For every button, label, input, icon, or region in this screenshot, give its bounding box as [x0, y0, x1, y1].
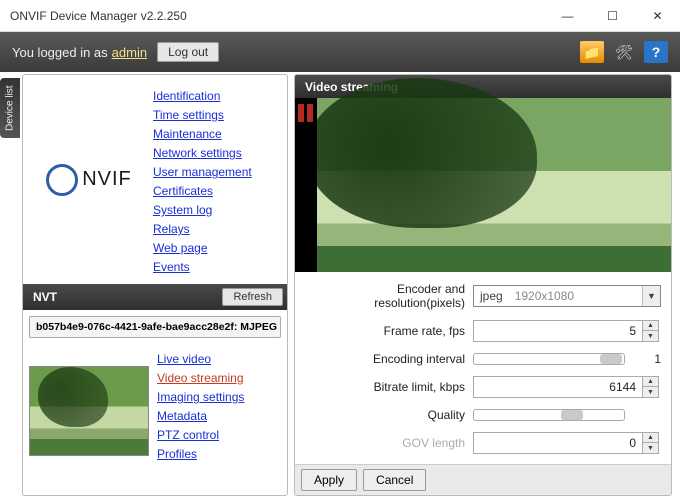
framerate-value: 5 [474, 321, 642, 341]
spin-up-icon[interactable]: ▲ [643, 433, 658, 444]
link-user-management[interactable]: User management [153, 164, 287, 180]
link-certificates[interactable]: Certificates [153, 183, 287, 199]
spin-up-icon[interactable]: ▲ [643, 321, 658, 332]
gov-value: 0 [474, 433, 642, 453]
bitrate-label: Bitrate limit, kbps [303, 380, 473, 394]
gov-label: GOV length [303, 436, 473, 450]
close-button[interactable]: ✕ [635, 0, 680, 31]
window-buttons: ― ☐ ✕ [545, 0, 680, 31]
link-live-video[interactable]: Live video [157, 351, 287, 367]
encoder-resolution: 1920x1080 [509, 289, 580, 303]
link-video-streaming[interactable]: Video streaming [157, 370, 287, 386]
link-web-page[interactable]: Web page [153, 240, 287, 256]
top-toolbar: You logged in as admin Log out 📁 🛠 ? [0, 32, 680, 72]
framerate-label: Frame rate, fps [303, 324, 473, 338]
link-identification[interactable]: Identification [153, 88, 287, 104]
link-time-settings[interactable]: Time settings [153, 107, 287, 123]
encoder-select[interactable]: jpeg 1920x1080 ▼ [473, 285, 661, 307]
login-user[interactable]: admin [112, 45, 147, 60]
link-metadata[interactable]: Metadata [157, 408, 287, 424]
device-id-row[interactable]: b057b4e9-076c-4421-9afe-bae9acc28e2f: MJ… [29, 316, 281, 338]
quality-label: Quality [303, 408, 473, 422]
help-icon[interactable]: ? [644, 41, 668, 63]
tools-icon[interactable]: 🛠 [612, 41, 636, 63]
link-network-settings[interactable]: Network settings [153, 145, 287, 161]
app-settings-icon[interactable]: 📁 [580, 41, 604, 63]
encint-slider[interactable] [473, 353, 625, 365]
cancel-button[interactable]: Cancel [363, 469, 426, 491]
action-bar: Apply Cancel [295, 464, 671, 495]
link-profiles[interactable]: Profiles [157, 446, 287, 462]
refresh-button[interactable]: Refresh [222, 288, 283, 306]
device-thumbnail [29, 366, 149, 456]
main-area: NVIF Identification Time settings Mainte… [22, 74, 672, 496]
bitrate-value: 6144 [474, 377, 642, 397]
device-settings-links: Identification Time settings Maintenance… [149, 81, 287, 278]
chevron-down-icon[interactable]: ▼ [642, 286, 660, 306]
encoder-label: Encoder and resolution(pixels) [303, 282, 473, 310]
window-titlebar: ONVIF Device Manager v2.2.250 ― ☐ ✕ [0, 0, 680, 32]
nvt-label: NVT [33, 290, 57, 304]
window-title: ONVIF Device Manager v2.2.250 [0, 9, 545, 23]
spin-down-icon[interactable]: ▼ [643, 387, 658, 397]
media-links: Live video Video streaming Imaging setti… [149, 344, 287, 465]
quality-slider[interactable] [473, 409, 625, 421]
bitrate-input[interactable]: 6144 ▲▼ [473, 376, 659, 398]
device-panel: NVIF Identification Time settings Mainte… [22, 74, 288, 496]
encoder-codec: jpeg [474, 289, 509, 303]
streaming-panel: Video streaming Encoder and resolution(p… [294, 74, 672, 496]
apply-button[interactable]: Apply [301, 469, 357, 491]
device-list-tab[interactable]: Device list [0, 78, 20, 138]
link-maintenance[interactable]: Maintenance [153, 126, 287, 142]
link-events[interactable]: Events [153, 259, 287, 275]
spin-down-icon[interactable]: ▼ [643, 331, 658, 341]
spin-down-icon[interactable]: ▼ [643, 443, 658, 453]
link-ptz-control[interactable]: PTZ control [157, 427, 287, 443]
encint-value: 1 [625, 352, 661, 366]
link-imaging-settings[interactable]: Imaging settings [157, 389, 287, 405]
maximize-button[interactable]: ☐ [590, 0, 635, 31]
minimize-button[interactable]: ― [545, 0, 590, 31]
streaming-settings: Encoder and resolution(pixels) jpeg 1920… [295, 272, 671, 464]
encint-label: Encoding interval [303, 352, 473, 366]
gov-input[interactable]: 0 ▲▼ [473, 432, 659, 454]
pause-icon[interactable] [298, 104, 313, 122]
login-prefix: You logged in as [12, 45, 108, 60]
link-relays[interactable]: Relays [153, 221, 287, 237]
logout-button[interactable]: Log out [157, 42, 219, 62]
video-preview [295, 98, 671, 271]
onvif-logo: NVIF [29, 81, 149, 278]
framerate-input[interactable]: 5 ▲▼ [473, 320, 659, 342]
nvt-header: NVT Refresh [23, 284, 287, 310]
spin-up-icon[interactable]: ▲ [643, 377, 658, 388]
link-system-log[interactable]: System log [153, 202, 287, 218]
